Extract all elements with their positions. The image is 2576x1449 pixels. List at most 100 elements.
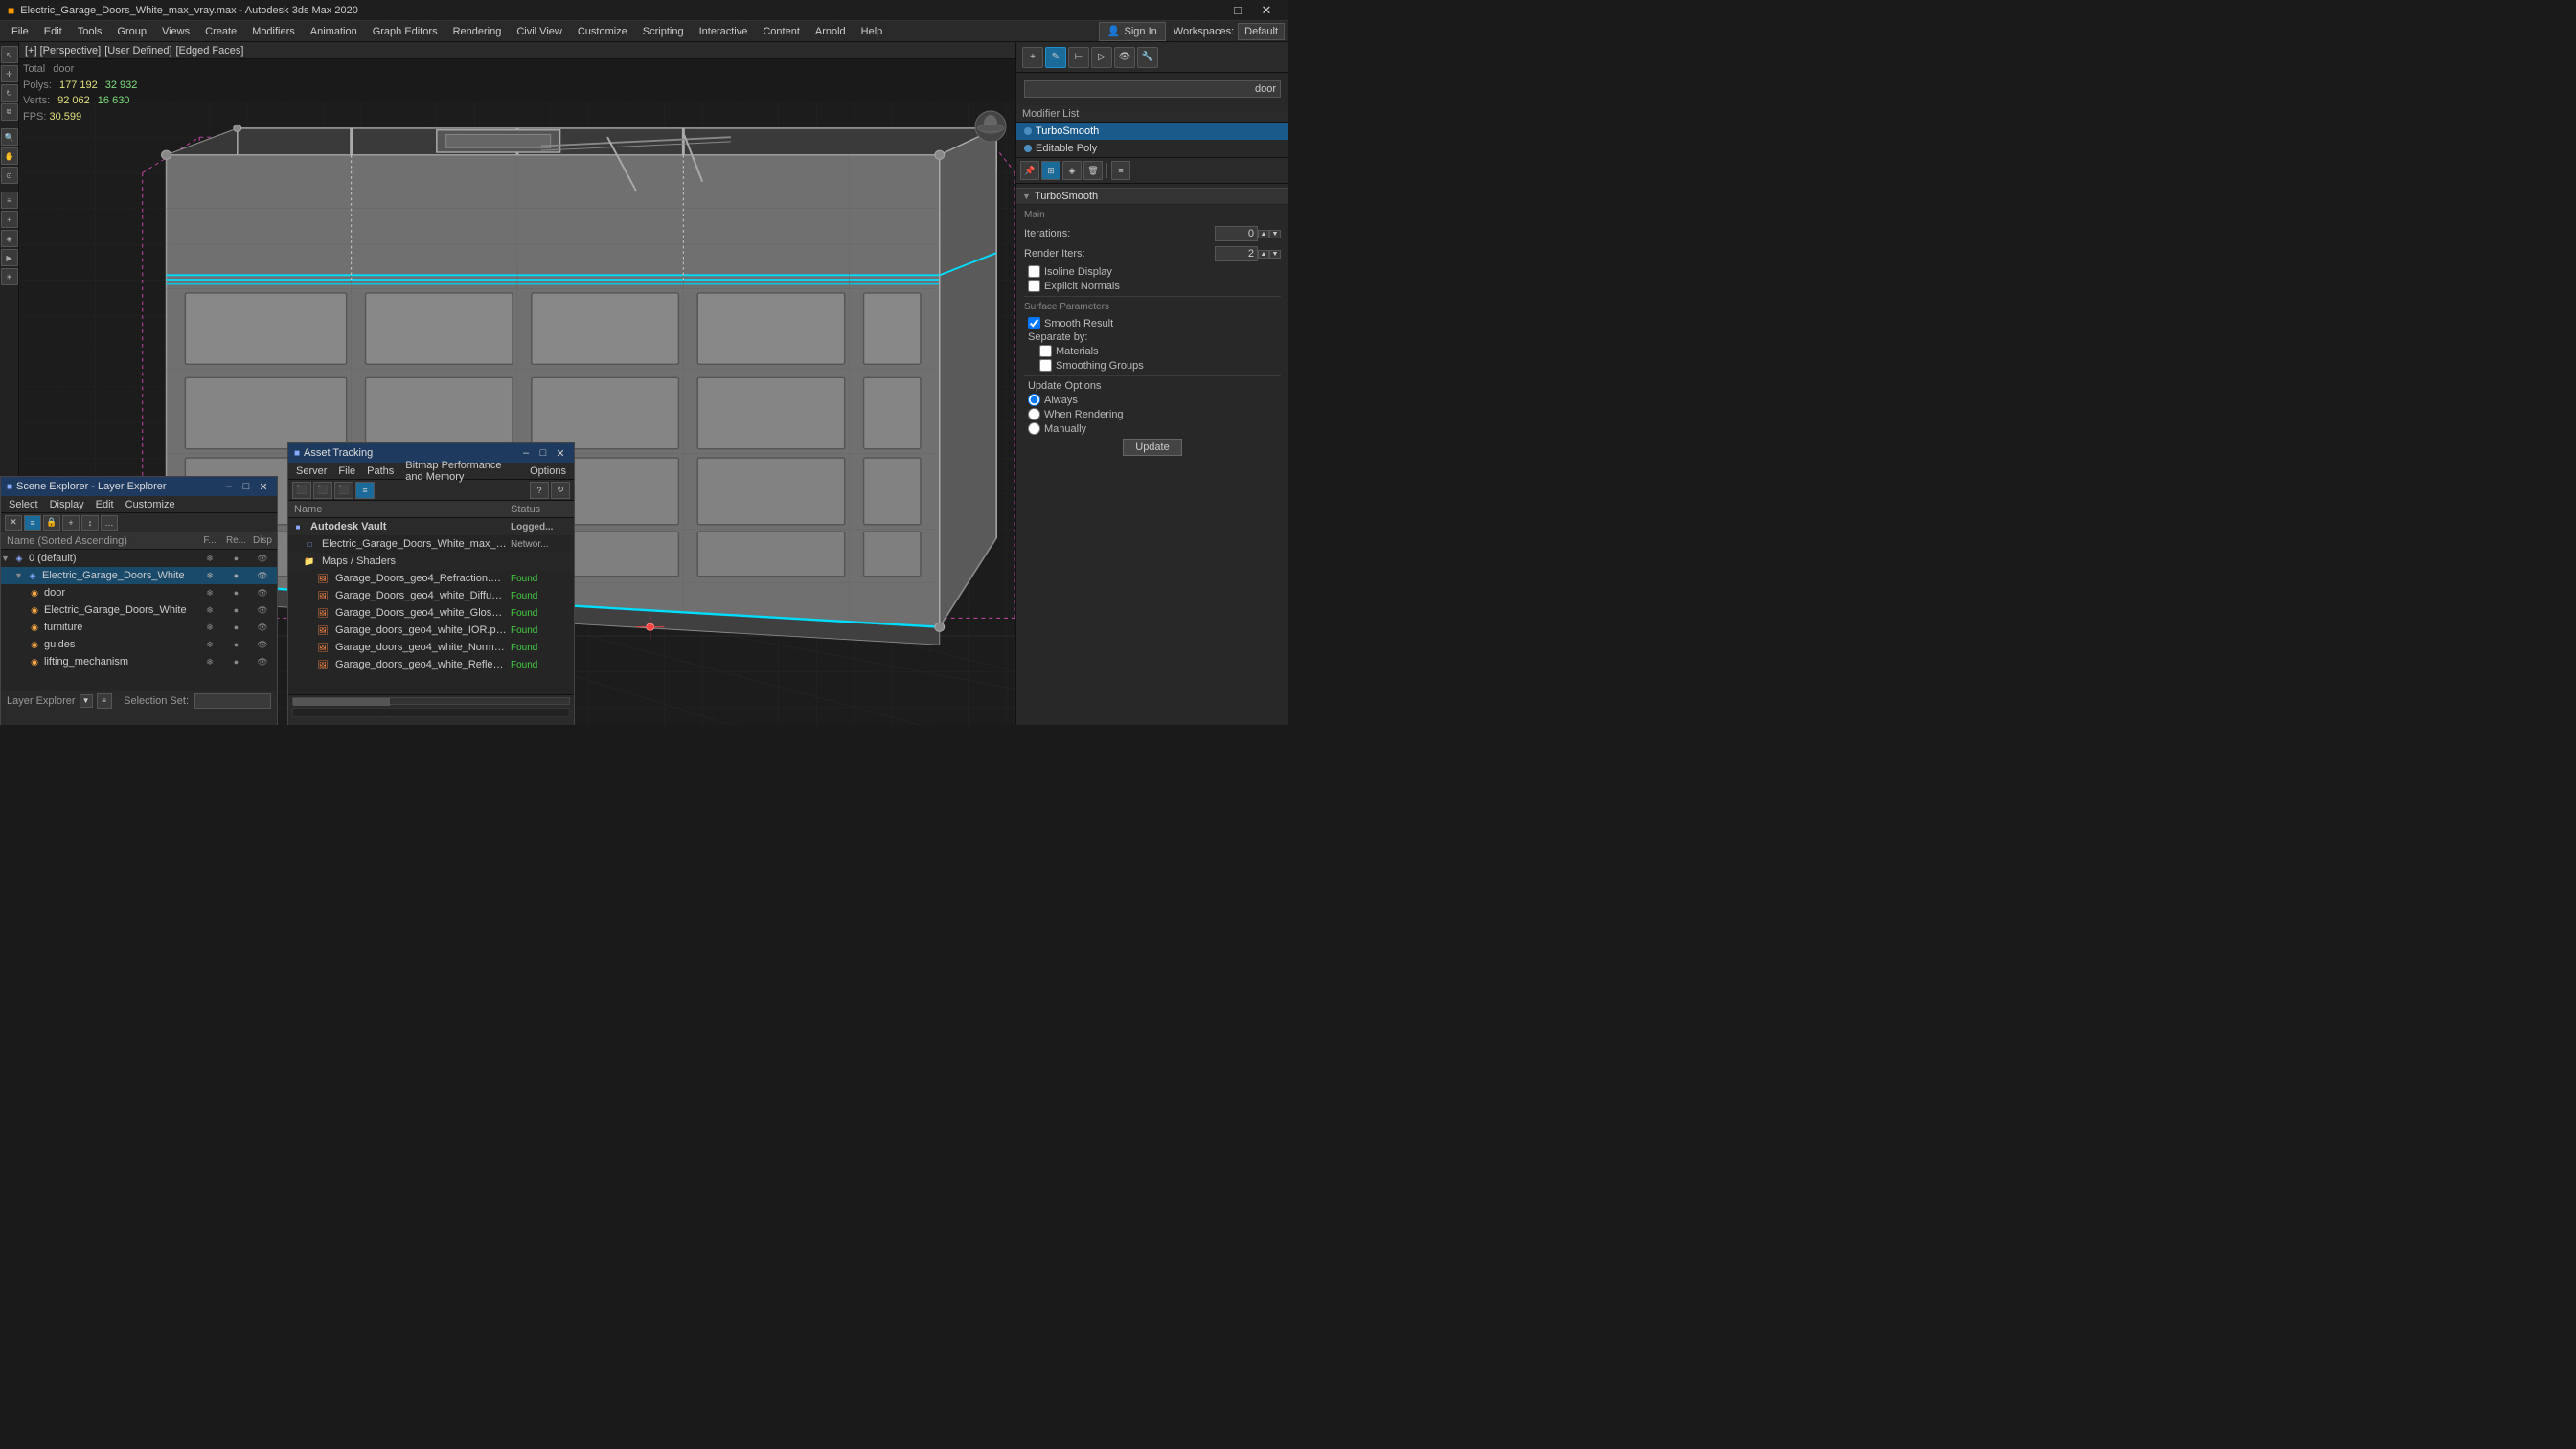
at-row-glossiness[interactable]: 🖼 Garage_Doors_geo4_white_Glossiness.png… (288, 604, 574, 622)
se-row-lifting[interactable]: ◉ lifting_mechanism ❄ ● 👁 (1, 653, 277, 670)
at-tool-2[interactable]: ⬛ (313, 482, 332, 499)
menu-views[interactable]: Views (154, 21, 197, 42)
se-freeze-garage[interactable]: ❄ (195, 571, 224, 581)
hierarchy-btn[interactable]: ⊢ (1068, 47, 1089, 68)
se-row-garage-obj[interactable]: ◉ Electric_Garage_Doors_White ❄ ● 👁 (1, 601, 277, 619)
at-close-btn[interactable]: ✕ (553, 445, 568, 461)
explicit-normals-checkbox[interactable] (1028, 280, 1040, 292)
menu-modifiers[interactable]: Modifiers (244, 21, 303, 42)
at-row-ior[interactable]: 🖼 Garage_doors_geo4_white_IOR.png Found (288, 622, 574, 639)
motion-btn[interactable]: ▷ (1091, 47, 1112, 68)
se-render-guides[interactable]: ● (224, 640, 248, 649)
at-maximize-btn[interactable]: □ (536, 445, 551, 461)
pin-modifier-btn[interactable]: 📌 (1020, 161, 1039, 180)
utilities-btn[interactable]: 🔧 (1137, 47, 1158, 68)
remove-modifier-btn[interactable]: 🗑 (1083, 161, 1103, 180)
menu-interactive[interactable]: Interactive (692, 21, 756, 42)
se-render-furniture[interactable]: ● (224, 623, 248, 632)
se-row-default[interactable]: ▼ ◈ 0 (default) ❄ ● 👁 (1, 550, 277, 567)
render-iters-down[interactable]: ▼ (1269, 250, 1281, 259)
scene-explorer-title-bar[interactable]: ■ Scene Explorer - Layer Explorer – □ ✕ (1, 477, 277, 496)
se-freeze-guides[interactable]: ❄ (195, 640, 224, 650)
se-maximize-btn[interactable]: □ (239, 479, 254, 494)
at-row-vault[interactable]: ■ Autodesk Vault Logged... (288, 518, 574, 535)
zoom-btn[interactable]: 🔍 (1, 128, 18, 146)
at-tool-refresh[interactable]: ↻ (551, 482, 570, 499)
se-menu-display[interactable]: Display (46, 499, 88, 510)
material-btn[interactable]: ◈ (1, 230, 18, 247)
se-menu-customize[interactable]: Customize (122, 499, 179, 510)
modifier-turbsmooth[interactable]: TurboSmooth (1016, 123, 1288, 140)
menu-edit[interactable]: Edit (36, 21, 70, 42)
se-display-lifting[interactable]: 👁 (248, 657, 277, 668)
se-row-door[interactable]: ◉ door ❄ ● 👁 (1, 584, 277, 601)
update-button[interactable]: Update (1123, 439, 1181, 456)
workspace-dropdown[interactable]: Default (1238, 23, 1285, 40)
menu-customize[interactable]: Customize (570, 21, 635, 42)
menu-animation[interactable]: Animation (303, 21, 365, 42)
se-menu-select[interactable]: Select (5, 499, 42, 510)
menu-graph-editors[interactable]: Graph Editors (365, 21, 445, 42)
maximize-button[interactable]: □ (1223, 0, 1252, 21)
iterations-up[interactable]: ▲ (1258, 230, 1269, 238)
at-row-max-file[interactable]: □ Electric_Garage_Doors_White_max_vray.m… (288, 535, 574, 553)
menu-help[interactable]: Help (854, 21, 891, 42)
se-close-tool-btn[interactable]: ✕ (5, 515, 22, 531)
se-display-guides[interactable]: 👁 (248, 640, 277, 650)
se-sort-btn[interactable]: ↕ (81, 515, 99, 531)
se-close-btn[interactable]: ✕ (256, 479, 271, 494)
se-row-electric-garage[interactable]: ▼ ◈ Electric_Garage_Doors_White ❄ ● 👁 (1, 567, 277, 584)
display-btn[interactable]: 👁 (1114, 47, 1135, 68)
create-btn[interactable]: + (1, 211, 18, 228)
at-tool-1[interactable]: ⬛ (292, 482, 311, 499)
turbosmooth-header[interactable]: ▼ TurboSmooth (1016, 188, 1288, 205)
materials-checkbox[interactable] (1039, 345, 1052, 357)
modify-tab-btn active[interactable]: ✎ (1045, 47, 1066, 68)
se-display-furniture[interactable]: 👁 (248, 623, 277, 633)
at-row-maps[interactable]: 📁 Maps / Shaders (288, 553, 574, 570)
se-lock-btn[interactable]: 🔒 (43, 515, 60, 531)
menu-arnold[interactable]: Arnold (808, 21, 854, 42)
at-tool-list[interactable]: ≡ (355, 482, 375, 499)
menu-content[interactable]: Content (755, 21, 808, 42)
se-layer-btn2[interactable]: ≡ (97, 693, 112, 709)
move-tool-btn[interactable]: ✛ (1, 65, 18, 82)
at-menu-bitmap[interactable]: Bitmap Performance and Memory (401, 460, 522, 483)
se-display-garage[interactable]: 👁 (248, 571, 277, 581)
se-add-btn[interactable]: + (62, 515, 80, 531)
smoothing-groups-checkbox[interactable] (1039, 359, 1052, 372)
smooth-result-checkbox[interactable] (1028, 317, 1040, 329)
se-render-lifting[interactable]: ● (224, 657, 248, 667)
se-display-garage-obj[interactable]: 👁 (248, 605, 277, 616)
menu-rendering[interactable]: Rendering (445, 21, 510, 42)
minimize-button[interactable]: – (1195, 0, 1223, 21)
modifier-editable-poly[interactable]: Editable Poly (1016, 140, 1288, 157)
se-row-guides[interactable]: ◉ guides ❄ ● 👁 (1, 636, 277, 653)
show-end-result-btn[interactable]: ⊞ (1041, 161, 1060, 180)
se-menu-edit[interactable]: Edit (92, 499, 118, 510)
menu-create[interactable]: Create (197, 21, 244, 42)
render-iters-up[interactable]: ▲ (1258, 250, 1269, 259)
at-tool-help[interactable]: ? (530, 482, 549, 499)
scale-tool-btn[interactable]: ⧉ (1, 103, 18, 121)
close-button[interactable]: ✕ (1252, 0, 1281, 21)
at-tool-3[interactable]: ⬛ (334, 482, 353, 499)
orbit-btn[interactable]: ⊙ (1, 167, 18, 184)
se-freeze-lifting[interactable]: ❄ (195, 657, 224, 668)
render-btn[interactable]: ▶ (1, 249, 18, 266)
se-freeze-garage-obj[interactable]: ❄ (195, 605, 224, 616)
se-display-default[interactable]: 👁 (248, 554, 277, 564)
window-controls[interactable]: – □ ✕ (1195, 0, 1281, 21)
make-unique-btn[interactable]: ◈ (1062, 161, 1082, 180)
se-render-door[interactable]: ● (224, 588, 248, 598)
se-row-furniture[interactable]: ◉ furniture ❄ ● 👁 (1, 619, 277, 636)
menu-scripting[interactable]: Scripting (635, 21, 692, 42)
se-render-garage[interactable]: ● (224, 571, 248, 580)
se-freeze-default[interactable]: ❄ (195, 554, 224, 564)
configure-btn[interactable]: ≡ (1111, 161, 1130, 180)
iterations-input[interactable] (1215, 226, 1258, 241)
render-iters-input[interactable] (1215, 246, 1258, 261)
se-freeze-furniture[interactable]: ❄ (195, 623, 224, 633)
se-layer-dropdown[interactable]: ▼ (80, 694, 93, 708)
se-render-default[interactable]: ● (224, 554, 248, 563)
